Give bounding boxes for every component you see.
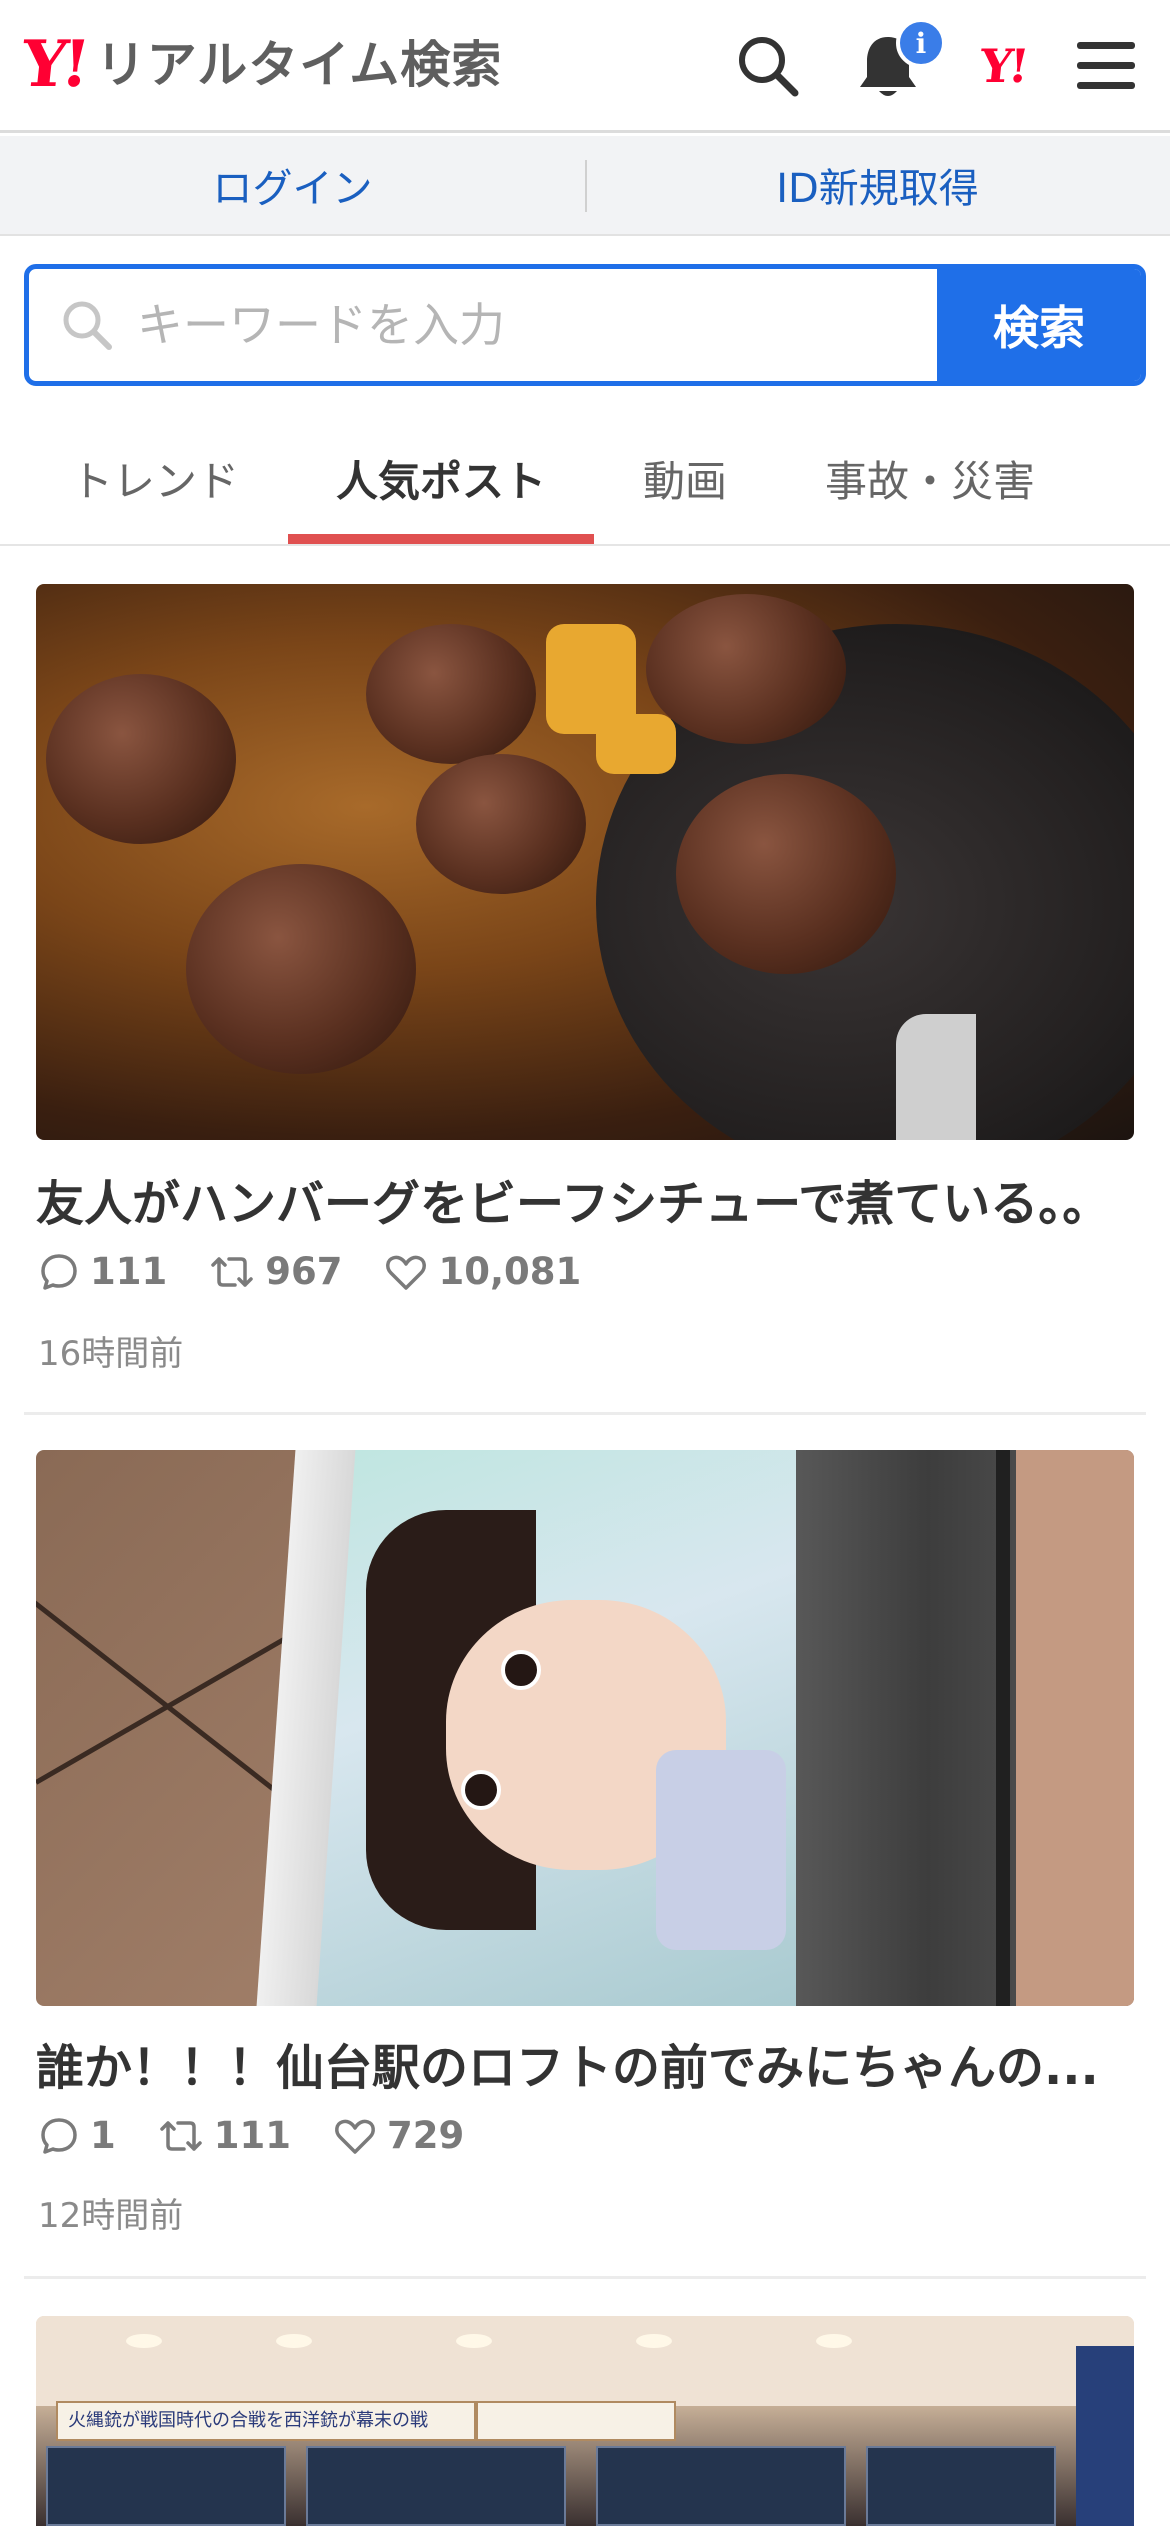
hamburger-menu-icon[interactable] — [1068, 28, 1144, 104]
post-stats: 111 967 10,081 — [38, 1250, 623, 1293]
yahoo-japan-icon[interactable]: Y! — [965, 28, 1041, 104]
tab-video[interactable]: 動画 — [610, 410, 760, 546]
exhibit-banner-right — [476, 2401, 676, 2441]
post-title[interactable]: 誰か！！！仙台駅のロフトの前でみにちゃんの... — [36, 2028, 1136, 2098]
ceiling-light-shape — [816, 2334, 852, 2348]
like-count-value: 10,081 — [438, 1250, 582, 1293]
concrete-shape — [796, 1450, 1016, 2006]
cloth-shape — [896, 1014, 976, 1140]
login-link[interactable]: ログイン — [0, 156, 585, 214]
post-image[interactable]: 火縄銃が戦国時代の合戦を西洋銃が幕末の戦 — [36, 2316, 1134, 2526]
meatball-shape — [646, 594, 846, 744]
reply-icon — [41, 2117, 77, 2154]
like-count[interactable]: 729 — [333, 2114, 464, 2157]
eye-shape — [501, 1650, 541, 1690]
display-case-shape — [596, 2446, 846, 2526]
meatball-shape — [186, 864, 416, 1074]
repost-count-value: 967 — [265, 1250, 343, 1293]
reply-count[interactable]: 1 — [38, 2114, 116, 2157]
post-image[interactable] — [36, 1450, 1134, 2006]
like-count[interactable]: 10,081 — [384, 1250, 581, 1293]
exhibit-banner: 火縄銃が戦国時代の合戦を西洋銃が幕末の戦 — [56, 2401, 476, 2441]
search-field — [29, 269, 937, 381]
meatball-shape — [46, 674, 236, 844]
post-stats: 1 111 729 — [38, 2114, 506, 2157]
search-box: 検索 — [24, 264, 1146, 386]
search-field-icon — [63, 301, 112, 350]
notification-bell-icon[interactable]: i — [850, 18, 946, 104]
ceiling-light-shape — [456, 2334, 492, 2348]
post-title[interactable]: 友人がハンバーグをビーフシチューで煮ている。。 — [36, 1164, 1136, 1234]
ceiling-shape — [36, 2316, 1134, 2406]
repost-count[interactable]: 111 — [158, 2114, 291, 2157]
meatball-shape — [416, 754, 586, 894]
tab-accidents-disasters[interactable]: 事故・災害 — [790, 410, 1070, 546]
like-count-value: 729 — [386, 2114, 465, 2157]
search-icon[interactable] — [730, 28, 806, 104]
repost-icon — [160, 2120, 202, 2151]
reply-count-value: 111 — [90, 1250, 168, 1293]
notification-badge: i — [896, 18, 946, 68]
display-case-shape — [46, 2446, 286, 2526]
tab-bar: トレンド 人気ポスト 動画 事故・災害 — [0, 410, 1170, 546]
heart-icon — [386, 1255, 427, 1290]
carrot-shape — [596, 714, 676, 774]
post-divider — [24, 2276, 1146, 2279]
logo-title: リアルタイム検索 — [95, 36, 503, 94]
heart-icon — [335, 2119, 375, 2154]
yahoo-logo-mark: Y! — [18, 27, 88, 102]
ceiling-light-shape — [636, 2334, 672, 2348]
repost-icon — [211, 1256, 253, 1287]
auth-bar: ログイン ID新規取得 — [0, 136, 1170, 236]
signup-link[interactable]: ID新規取得 — [585, 156, 1170, 214]
auth-divider — [585, 160, 587, 212]
post-divider — [24, 1412, 1146, 1415]
yahoo-realtime-logo[interactable]: Y! リアルタイム検索 — [18, 27, 503, 102]
wall-edge-shape — [996, 1450, 1010, 2006]
display-case-shape — [866, 2446, 1056, 2526]
yahoo-mark-text: Y! — [977, 39, 1029, 93]
search-input[interactable] — [137, 298, 937, 352]
meatball-shape — [366, 624, 536, 764]
repost-count-value: 111 — [213, 2114, 291, 2157]
meatball-shape — [676, 774, 896, 974]
reply-count[interactable]: 111 — [38, 1250, 167, 1293]
active-tab-indicator — [288, 534, 594, 544]
ceiling-light-shape — [126, 2334, 162, 2348]
eye-shape — [461, 1770, 501, 1810]
tile-line-shape — [36, 1630, 298, 1785]
dress-shape — [656, 1750, 786, 1950]
repost-count[interactable]: 967 — [209, 1250, 342, 1293]
search-button[interactable]: 検索 — [937, 269, 1141, 381]
ceiling-light-shape — [276, 2334, 312, 2348]
reply-icon — [41, 1253, 77, 1290]
display-case-shape — [306, 2446, 566, 2526]
app-header: Y! リアルタイム検索 i Y! — [0, 0, 1170, 133]
post-timestamp: 12時間前 — [38, 2196, 184, 2236]
post-image[interactable] — [36, 584, 1134, 1140]
tab-popular-posts[interactable]: 人気ポスト — [288, 410, 594, 546]
post-timestamp: 16時間前 — [38, 1334, 184, 1374]
reply-count-value: 1 — [90, 2114, 116, 2157]
wall-shape — [1016, 1450, 1134, 2006]
tab-trend[interactable]: トレンド — [40, 410, 270, 546]
wall-panel-shape — [1076, 2346, 1134, 2526]
